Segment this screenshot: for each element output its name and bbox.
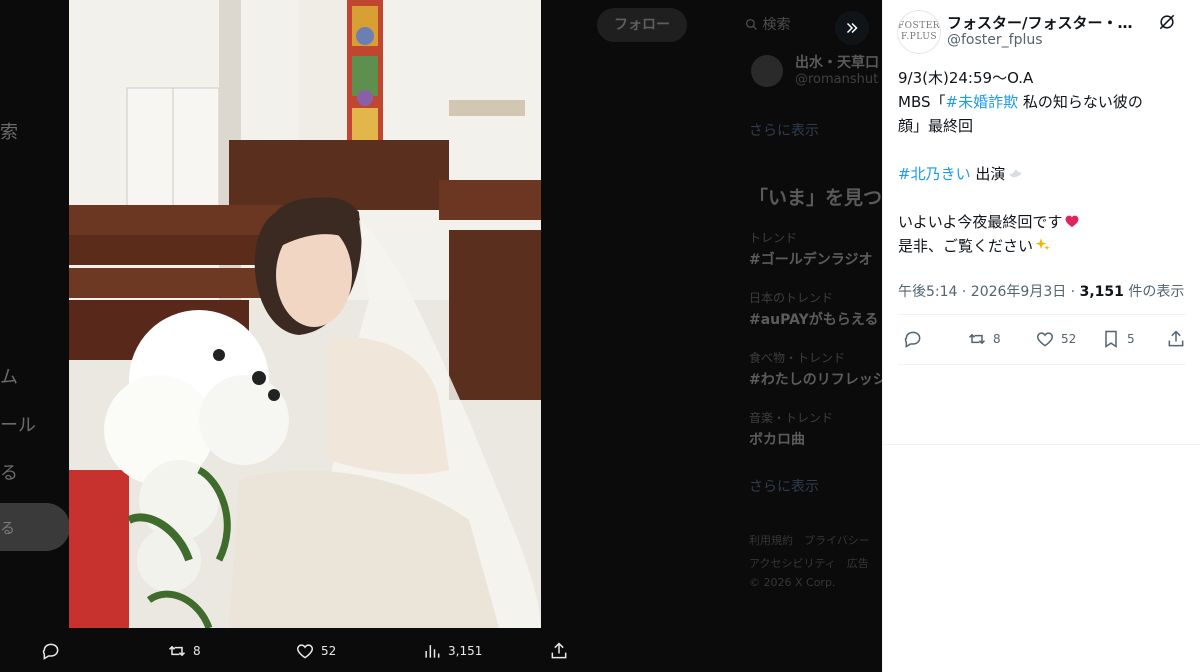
search-placeholder: 検索 (762, 17, 791, 33)
like-button[interactable]: 52 (1035, 329, 1076, 349)
collapse-panel-button[interactable] (835, 11, 869, 45)
footer-links: 利用規約 プライバシー (749, 534, 870, 547)
tweet-line: MBS「#未婚詐欺 私の知らない彼の (898, 90, 1190, 114)
hashtag-link[interactable]: #未婚詐欺 (946, 93, 1019, 111)
media-reply-button[interactable] (41, 640, 61, 662)
retweet-icon (968, 333, 986, 345)
tweet-text-fragment: 出演 (970, 165, 1006, 183)
tweet-text-fragment: 私の知らない彼の (1018, 93, 1143, 111)
tweet-panel: FOSTER F.PLUS フォスター/フォスター・プラス @foster_fp… (882, 0, 1200, 672)
trend-category: 食べ物・トレンド (749, 351, 846, 365)
tweet-header: FOSTER F.PLUS フォスター/フォスター・プラス @foster_fp… (897, 10, 1193, 54)
tweet-line: #北乃きい 出演 (898, 162, 1190, 186)
sparkles-emoji-icon (1035, 238, 1050, 251)
divider (898, 314, 1186, 315)
grok-button[interactable] (1157, 12, 1177, 32)
media-views-button[interactable]: 3,151 (422, 640, 482, 662)
tweet-line: 顔」最終回 (898, 117, 974, 135)
trend-name: #ゴールデンラジオ (749, 252, 873, 268)
trends-heading: 「いま」を見つ (749, 187, 882, 209)
share-icon (1168, 330, 1184, 347)
show-more-link: さらに表示 (749, 479, 819, 495)
background-nav: 索 ム ール る る (0, 0, 70, 672)
retweet-button[interactable]: 8 (967, 329, 1001, 349)
divider (898, 364, 1186, 365)
search-icon (745, 18, 757, 30)
bookmark-icon (1105, 330, 1117, 348)
divider (882, 444, 1200, 445)
trend-name: #auPAYがもらえる (749, 312, 879, 328)
tweet-timestamp[interactable]: 午後5:14 · 2026年9月3日 · (898, 284, 1080, 300)
tweet-line: 9/3(木)24:59～O.A (898, 69, 1034, 87)
reply-button[interactable] (903, 329, 923, 349)
dove-emoji-icon (1009, 169, 1023, 178)
share-button[interactable] (1166, 329, 1186, 349)
avatar-logo-text: F.PLUS (901, 32, 937, 42)
nav-fragment: ール (0, 415, 36, 436)
trend-item: 日本のトレンド #auPAYがもらえる (749, 289, 878, 329)
trend-category: 日本のトレンド (749, 291, 834, 305)
like-count: 52 (1061, 332, 1077, 346)
media-share-button[interactable] (549, 640, 569, 662)
trend-item: トレンド #ゴールデンラジオ (749, 229, 872, 269)
show-more-link: さらに表示 (749, 123, 819, 139)
tweet-text: 9/3(木)24:59～O.A MBS「#未婚詐欺 私の知らない彼の 顔」最終回… (898, 66, 1190, 258)
heart-emoji-icon (1065, 215, 1079, 227)
nav-fragment: ム (0, 367, 18, 388)
suggested-user-handle: @romanshut (795, 72, 879, 87)
heart-icon (296, 644, 314, 659)
avatar-logo-text: FOSTER (897, 21, 941, 31)
tweet-line: 是非、ご覧ください (898, 234, 1190, 258)
trend-item: 食べ物・トレンド #わたしのリフレッシ (749, 349, 882, 389)
hashtag-link[interactable]: #北乃きい (898, 165, 971, 183)
nav-post-button: る (0, 503, 70, 551)
media-retweet-button[interactable]: 8 (167, 640, 201, 662)
tweet-view-count: 3,151 (1079, 284, 1124, 300)
tweet-meta: 午後5:14 · 2026年9月3日 · 3,151 件の表示 (898, 281, 1184, 301)
trend-name: #わたしのリフレッシ (749, 372, 882, 388)
search-input: 検索 (745, 14, 790, 34)
media-retweet-count: 8 (193, 644, 201, 658)
heart-icon (1036, 332, 1054, 347)
wedding-photo-illustration (69, 0, 541, 628)
nav-fragment: 索 (0, 122, 18, 143)
follow-button: フォロー (597, 8, 687, 42)
footer-copyright: © 2026 X Corp. (749, 576, 836, 589)
media-like-count: 52 (321, 644, 337, 658)
trend-category: トレンド (749, 231, 798, 245)
media-action-bar: 8 52 3,151 (0, 628, 882, 672)
media-photo[interactable] (69, 0, 541, 628)
tweet-action-bar: 8 52 5 (898, 326, 1188, 354)
media-views-count: 3,151 (448, 644, 483, 658)
tweet-text-fragment: いよいよ今夜最終回です (898, 213, 1063, 231)
tweet-line: いよいよ今夜最終回です (898, 210, 1190, 234)
retweet-icon (168, 645, 186, 657)
trend-item: 音楽・トレンド ボカロ曲 (749, 409, 833, 449)
background-sidebar: フォロー 検索 出水・天草口 @romanshut さらに表示 「いま」を見つ … (541, 0, 882, 672)
avatar[interactable]: FOSTER F.PLUS (897, 10, 941, 54)
tweet-text-fragment: 是非、ご覧ください (898, 237, 1034, 255)
tweet-text-fragment: MBS「 (898, 93, 946, 111)
retweet-count: 8 (993, 332, 1001, 346)
share-icon (551, 642, 567, 659)
tweet-spacer (898, 186, 1190, 210)
tweet-view-label: 件の表示 (1123, 284, 1185, 300)
nav-fragment: る (0, 463, 18, 484)
tweet-spacer (898, 138, 1190, 162)
trend-category: 音楽・トレンド (749, 411, 834, 425)
views-chart-icon (425, 645, 440, 658)
media-like-button[interactable]: 52 (295, 640, 336, 662)
bookmark-button[interactable]: 5 (1101, 329, 1135, 349)
reply-icon (42, 643, 59, 660)
suggested-user-name: 出水・天草口 (795, 55, 879, 71)
suggested-user-avatar (751, 55, 783, 87)
bookmark-count: 5 (1127, 332, 1135, 346)
double-chevron-right-icon (846, 22, 858, 34)
footer-links: アクセシビリティ 広告 (749, 557, 869, 570)
reply-icon (904, 331, 921, 348)
user-handle[interactable]: @foster_fplus (947, 32, 1043, 48)
trend-name: ボカロ曲 (749, 432, 805, 448)
display-name[interactable]: フォスター/フォスター・プラス (947, 12, 1147, 33)
grok-icon (1159, 14, 1175, 30)
